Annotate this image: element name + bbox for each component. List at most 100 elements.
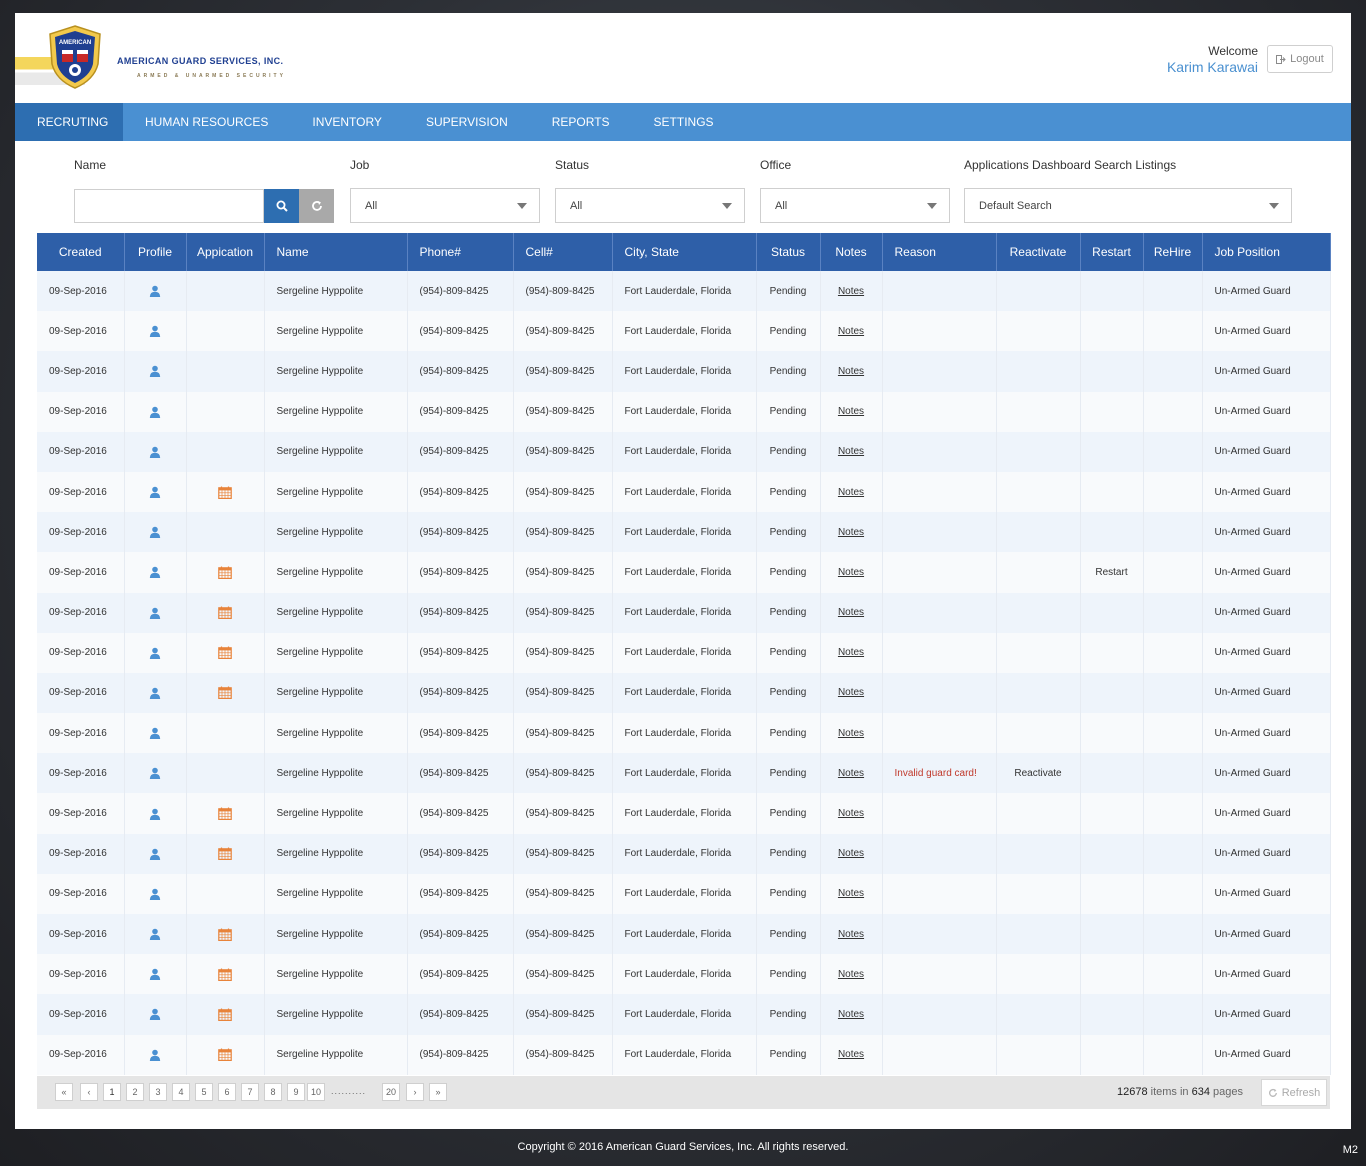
table-row[interactable]: 09-Sep-2016 Sergeline Hyppolite (954)-809-… [37, 1034, 1331, 1075]
cell-profile[interactable] [124, 954, 187, 995]
cell-application[interactable] [186, 592, 265, 633]
page-button[interactable]: 2 [126, 1083, 144, 1101]
cell-profile[interactable] [124, 431, 187, 472]
cell-reactivate[interactable]: Reactivate [996, 753, 1081, 794]
cell-profile[interactable] [124, 391, 187, 432]
table-row[interactable]: 09-Sep-2016 Sergeline Hyppolite (954)-809-… [37, 954, 1331, 995]
notes-link[interactable]: Notes [838, 888, 864, 899]
notes-link[interactable]: Notes [838, 446, 864, 457]
column-header-status[interactable]: Status [756, 233, 821, 271]
table-row[interactable]: 09-Sep-2016 Sergeline Hyppolite (954)-809-… [37, 271, 1331, 312]
column-header-notes[interactable]: Notes [820, 233, 883, 271]
notes-link[interactable]: Notes [838, 1049, 864, 1060]
nav-item-supervision[interactable]: SUPERVISION [404, 103, 530, 141]
cell-profile[interactable] [124, 311, 187, 352]
nav-item-inventory[interactable]: INVENTORY [290, 103, 404, 141]
cell-profile[interactable] [124, 833, 187, 874]
cell-application[interactable] [186, 471, 265, 513]
page-button[interactable]: 20 [382, 1083, 401, 1101]
page-button[interactable]: 6 [218, 1083, 236, 1101]
cell-profile[interactable] [124, 592, 187, 633]
cell-profile[interactable] [124, 873, 187, 914]
name-search-input[interactable] [74, 189, 264, 223]
cell-application[interactable] [186, 552, 265, 593]
cell-profile[interactable] [124, 793, 187, 834]
cell-profile[interactable] [124, 672, 187, 714]
cell-profile[interactable] [124, 914, 187, 955]
column-header-reactivate[interactable]: Reactivate [996, 233, 1081, 271]
table-row[interactable]: 09-Sep-2016 Sergeline Hyppolite (954)-809-… [37, 592, 1331, 633]
cell-profile[interactable] [124, 512, 187, 553]
page-button[interactable]: 4 [172, 1083, 190, 1101]
cell-application[interactable] [186, 914, 265, 955]
job-select[interactable]: All [350, 188, 540, 223]
cell-profile[interactable] [124, 632, 187, 673]
column-header-name[interactable]: Name [264, 233, 408, 271]
prev-page-button[interactable]: ‹ [80, 1083, 98, 1101]
table-row[interactable]: 09-Sep-2016 Sergeline Hyppolite (954)-809-… [37, 914, 1331, 955]
page-button[interactable]: 5 [195, 1083, 213, 1101]
status-select[interactable]: All [555, 188, 745, 223]
cell-profile[interactable] [124, 271, 187, 312]
nav-item-human-resources[interactable]: HUMAN RESOURCES [123, 103, 290, 141]
table-row[interactable]: 09-Sep-2016 Sergeline Hyppolite (954)-809-… [37, 471, 1331, 513]
cell-profile[interactable] [124, 994, 187, 1035]
nav-item-settings[interactable]: SETTINGS [632, 103, 736, 141]
table-row[interactable]: 09-Sep-2016 Sergeline Hyppolite (954)-809-… [37, 994, 1331, 1035]
notes-link[interactable]: Notes [838, 768, 864, 779]
table-row[interactable]: 09-Sep-2016 Sergeline Hyppolite (954)-809-… [37, 512, 1331, 553]
table-row[interactable]: 09-Sep-2016 Sergeline Hyppolite (954)-809-… [37, 431, 1331, 472]
notes-link[interactable]: Notes [838, 487, 864, 498]
page-button[interactable]: 7 [241, 1083, 259, 1101]
cell-application[interactable] [186, 632, 265, 673]
notes-link[interactable]: Notes [838, 326, 864, 337]
next-page-button[interactable]: › [406, 1083, 424, 1101]
cell-application[interactable] [186, 954, 265, 995]
cell-application[interactable] [186, 833, 265, 874]
column-header-cell[interactable]: Cell# [513, 233, 613, 271]
table-row[interactable]: 09-Sep-2016 Sergeline Hyppolite (954)-809-… [37, 391, 1331, 432]
column-header-restart[interactable]: Restart [1080, 233, 1144, 271]
nav-item-reports[interactable]: REPORTS [530, 103, 632, 141]
table-row[interactable]: 09-Sep-2016 Sergeline Hyppolite (954)-809-… [37, 793, 1331, 834]
table-row[interactable]: 09-Sep-2016 Sergeline Hyppolite (954)-809-… [37, 632, 1331, 673]
nav-item-recruting[interactable]: RECRUTING [15, 103, 123, 141]
column-header-rehire[interactable]: ReHire [1143, 233, 1203, 271]
notes-link[interactable]: Notes [838, 1009, 864, 1020]
notes-link[interactable]: Notes [838, 848, 864, 859]
page-button[interactable]: 3 [149, 1083, 167, 1101]
page-button[interactable]: 10 [307, 1083, 326, 1101]
search-listings-select[interactable]: Default Search [964, 188, 1292, 223]
cell-profile[interactable] [124, 351, 187, 392]
first-page-button[interactable]: « [55, 1083, 73, 1101]
refresh-button[interactable]: Refresh [1261, 1079, 1327, 1106]
notes-link[interactable]: Notes [838, 728, 864, 739]
page-button[interactable]: 8 [264, 1083, 282, 1101]
cell-profile[interactable] [124, 471, 187, 513]
office-select[interactable]: All [760, 188, 950, 223]
last-page-button[interactable]: » [429, 1083, 447, 1101]
notes-link[interactable]: Notes [838, 406, 864, 417]
column-header-created[interactable]: Created [37, 233, 125, 271]
reset-button[interactable] [299, 189, 334, 223]
table-row[interactable]: 09-Sep-2016 Sergeline Hyppolite (954)-809-… [37, 552, 1331, 593]
notes-link[interactable]: Notes [838, 607, 864, 618]
notes-link[interactable]: Notes [838, 366, 864, 377]
notes-link[interactable]: Notes [838, 286, 864, 297]
notes-link[interactable]: Notes [838, 969, 864, 980]
table-row[interactable]: 09-Sep-2016 Sergeline Hyppolite (954)-809-… [37, 873, 1331, 914]
column-header-job-position[interactable]: Job Position [1202, 233, 1331, 271]
column-header-application[interactable]: Appication [186, 233, 265, 271]
cell-profile[interactable] [124, 552, 187, 593]
table-row[interactable]: 09-Sep-2016 Sergeline Hyppolite (954)-809-… [37, 833, 1331, 874]
table-row[interactable]: 09-Sep-2016 Sergeline Hyppolite (954)-809-… [37, 753, 1331, 794]
cell-profile[interactable] [124, 1034, 187, 1075]
cell-profile[interactable] [124, 753, 187, 794]
notes-link[interactable]: Notes [838, 929, 864, 940]
notes-link[interactable]: Notes [838, 808, 864, 819]
cell-application[interactable] [186, 672, 265, 714]
table-row[interactable]: 09-Sep-2016 Sergeline Hyppolite (954)-809-… [37, 713, 1331, 754]
column-header-city-state[interactable]: City, State [612, 233, 757, 271]
column-header-reason[interactable]: Reason [882, 233, 997, 271]
notes-link[interactable]: Notes [838, 567, 864, 578]
